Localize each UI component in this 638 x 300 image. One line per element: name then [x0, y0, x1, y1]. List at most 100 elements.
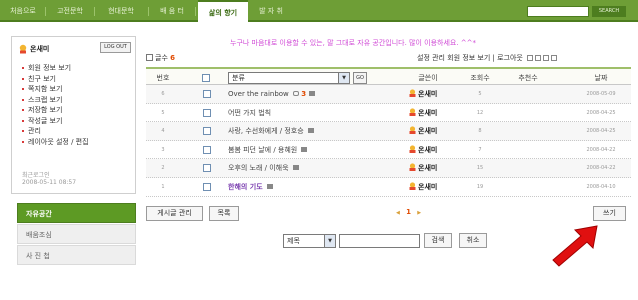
manage-posts-button[interactable]: 게시글 관리	[146, 206, 203, 221]
rss-icon[interactable]	[551, 55, 558, 61]
help-icon[interactable]	[527, 55, 534, 61]
row-title[interactable]: 사랑, 수선화에게 / 정호승	[228, 122, 314, 140]
chevron-down-icon: ▼	[324, 235, 335, 247]
write-button[interactable]: 쓰기	[593, 206, 626, 221]
row-checkbox[interactable]	[203, 182, 211, 191]
row-title-text[interactable]: 사랑, 수선화에게 / 정호승	[228, 127, 304, 135]
row-checkbox[interactable]	[203, 127, 211, 136]
site-search-input[interactable]	[527, 6, 589, 17]
user-name[interactable]: 온새미	[30, 44, 49, 54]
select-all-checkbox[interactable]	[202, 74, 210, 82]
last-login-label: 최근로그인	[22, 172, 50, 179]
row-author-name[interactable]: 온새미	[418, 146, 437, 154]
row-checkbox[interactable]	[203, 108, 211, 117]
menu-item-layout-settings[interactable]: 레이아웃 설정 / 편집	[22, 137, 89, 148]
row-views: 19	[476, 183, 484, 190]
row-title-text[interactable]: Over the rainbow	[228, 90, 289, 98]
nav-item-classical-literature[interactable]: 고전문학	[50, 0, 90, 22]
post-table-header: 번호 분류 ▼ GO 글쓴이 조회수 추천수 날짜	[146, 67, 631, 85]
row-title[interactable]: 봄봄 피던 날에 / 용혜원	[228, 141, 308, 159]
menu-item-my-posts[interactable]: 작성글 보기	[22, 116, 89, 127]
menu-item-saved[interactable]: 저장함 보기	[22, 105, 89, 116]
user-badge-icon	[409, 182, 416, 190]
row-author-name[interactable]: 온새미	[418, 183, 437, 191]
row-author[interactable]: 온새미	[408, 104, 437, 122]
leftnav-item-photo-album[interactable]: 사 진 첩	[17, 245, 136, 265]
table-row: 1 한해의 기도 온새미 19 2008-04-10	[146, 178, 631, 197]
category-select[interactable]: 분류 ▼	[228, 72, 350, 84]
row-title[interactable]: Over the rainbow 3	[228, 85, 316, 103]
row-author[interactable]: 온새미	[408, 85, 437, 103]
search-field-select-value: 제목	[287, 237, 300, 245]
go-button[interactable]: GO	[353, 72, 367, 84]
leftnav-item-free-space[interactable]: 자유공간	[17, 203, 136, 223]
row-author[interactable]: 온새미	[408, 159, 437, 177]
view-mode-icon[interactable]	[535, 55, 542, 61]
user-badge-icon	[409, 145, 416, 153]
row-author-name[interactable]: 온새미	[418, 109, 437, 117]
table-row: 5 어떤 가지 법칙 온새미 12 2008-04-25	[146, 104, 631, 123]
row-date: 2008-05-09	[586, 91, 616, 97]
site-search-button[interactable]: SEARCH	[592, 6, 626, 17]
row-title-text[interactable]: 한해의 기도	[228, 183, 263, 191]
row-author[interactable]: 온새미	[408, 178, 437, 196]
list-button[interactable]: 목록	[209, 206, 239, 221]
menu-item-friends[interactable]: 친구 보기	[22, 74, 89, 85]
row-number: 5	[161, 109, 165, 116]
row-author-name[interactable]: 온새미	[418, 164, 437, 172]
attachment-icon	[292, 165, 299, 171]
category-select-value: 분류	[232, 74, 245, 82]
row-views: 15	[476, 165, 484, 172]
board-cancel-button[interactable]: 취소	[459, 233, 487, 248]
search-field-select[interactable]: 제목 ▼	[283, 234, 336, 248]
board-tools-links[interactable]: 설정 관리 회원 정보 보기 | 로그아웃	[417, 54, 523, 62]
comment-icon	[293, 91, 300, 96]
post-count-value: 6	[170, 54, 175, 62]
pager-current-page[interactable]: 1	[406, 208, 411, 216]
row-date: 2008-04-22	[586, 165, 616, 172]
list-mode-icon[interactable]	[543, 55, 550, 61]
row-title-text[interactable]: 오후의 노래 / 이해욱	[228, 164, 289, 172]
row-date: 2008-04-22	[586, 146, 616, 153]
nav-item-modern-literature[interactable]: 현대문학	[98, 0, 144, 22]
top-navigation-bar: 처음으로 고전문학 현대문학 배 움 터 삶의 향기 발 자 취 SEARCH	[0, 0, 638, 22]
attachment-icon	[309, 91, 316, 96]
user-menu: 회원 정보 보기 친구 보기 쪽지함 보기 스크랩 보기 저장함 보기 작성글 …	[22, 63, 89, 147]
row-author[interactable]: 온새미	[408, 122, 437, 140]
leftnav-item-learning[interactable]: 배움조심	[17, 224, 136, 244]
logout-button[interactable]: LOG OUT	[100, 42, 131, 53]
nav-item-home[interactable]: 처음으로	[5, 0, 41, 22]
row-title-text[interactable]: 봄봄 피던 날에 / 용혜원	[228, 146, 297, 154]
annotation-arrow-icon	[552, 225, 598, 267]
pager-next-icon[interactable]: ▶	[417, 210, 421, 216]
row-author-name[interactable]: 온새미	[418, 90, 437, 98]
row-title-text[interactable]: 어떤 가지 법칙	[228, 109, 271, 117]
pager-prev-icon[interactable]: ◀	[396, 210, 400, 216]
row-title[interactable]: 오후의 노래 / 이해욱	[228, 159, 299, 177]
nav-divider	[195, 7, 196, 16]
menu-item-scrap[interactable]: 스크랩 보기	[22, 95, 89, 106]
row-number: 4	[161, 128, 165, 135]
row-checkbox[interactable]	[203, 145, 211, 154]
menu-item-member-info[interactable]: 회원 정보 보기	[22, 63, 89, 74]
row-title[interactable]: 한해의 기도	[228, 178, 274, 196]
row-title[interactable]: 어떤 가지 법칙	[228, 104, 271, 122]
row-checkbox[interactable]	[203, 164, 211, 173]
post-count-label: 글수	[155, 54, 168, 62]
user-panel: 온새미 LOG OUT 회원 정보 보기 친구 보기 쪽지함 보기 스크랩 보기…	[11, 36, 136, 194]
nav-divider	[148, 7, 149, 16]
row-views: 8	[478, 128, 482, 135]
board-search-input[interactable]	[339, 234, 420, 248]
row-author-name[interactable]: 온새미	[418, 127, 437, 135]
nav-item-scent-of-life[interactable]: 삶의 향기	[198, 0, 248, 22]
table-row: 2 오후의 노래 / 이해욱 온새미 15 2008-04-22	[146, 159, 631, 178]
board-search-button[interactable]: 검색	[424, 233, 452, 248]
menu-item-messages[interactable]: 쪽지함 보기	[22, 84, 89, 95]
menu-item-admin[interactable]: 관리	[22, 126, 89, 137]
nav-item-learning[interactable]: 배 움 터	[153, 0, 191, 22]
nav-item-footprints[interactable]: 발 자 취	[251, 0, 291, 22]
comment-count: 3	[301, 90, 307, 98]
row-checkbox[interactable]	[203, 90, 211, 98]
row-author[interactable]: 온새미	[408, 141, 437, 159]
post-table: 번호 분류 ▼ GO 글쓴이 조회수 추천수 날짜 6 Over the rai…	[146, 67, 631, 197]
